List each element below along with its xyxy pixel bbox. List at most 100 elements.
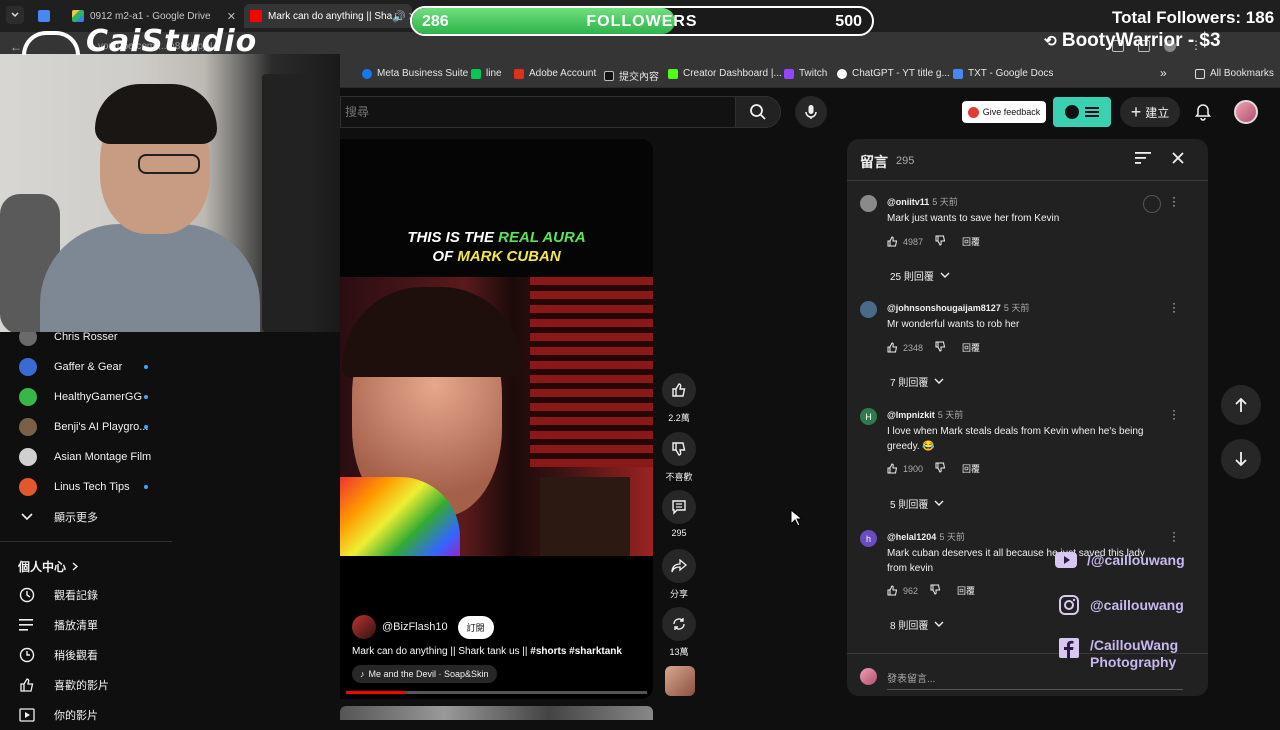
remix-button[interactable] [662, 607, 696, 641]
bookmarks-overflow-button[interactable]: » [1160, 66, 1167, 80]
account-avatar[interactable] [1234, 100, 1258, 124]
bookmark-twitch[interactable]: Twitch [784, 68, 827, 79]
commenter-avatar[interactable]: H [860, 408, 877, 425]
shorts-player[interactable]: THIS IS THE REAL AURA OF MARK CUBAN 50 @… [340, 139, 653, 699]
dislike-label: 不喜歡 [665, 472, 693, 482]
like-button[interactable] [662, 373, 696, 407]
comment-dislike-button[interactable] [935, 462, 946, 475]
comment-author[interactable]: @lmpnizkit 5 天前 [887, 408, 963, 421]
close-tab-icon[interactable]: ✕ [227, 10, 236, 23]
comment-like-button[interactable]: 962 [887, 585, 918, 596]
sidebar-item-your-videos[interactable]: 你的影片 [0, 700, 172, 730]
sidebar-subscription[interactable]: Linus Tech Tips [0, 472, 172, 502]
comment-author[interactable]: @johnsonshougaijam8127 5 天前 [887, 301, 1029, 314]
sidebar-item-liked-videos[interactable]: 喜歡的影片 [0, 670, 172, 700]
search-icon [750, 104, 766, 120]
video-frame[interactable]: THIS IS THE REAL AURA OF MARK CUBAN 50 [340, 139, 653, 556]
channel-avatar [19, 448, 37, 466]
subscribe-button[interactable]: 訂閱 [457, 615, 494, 639]
comment-like-button[interactable]: 2348 [887, 342, 923, 353]
sidebar-subscription[interactable]: HealthyGamerGG [0, 382, 172, 412]
menu-icon [1085, 107, 1099, 117]
comment-item: @johnsonshougaijam8127 5 天前 · · · Mr wonder… [847, 297, 1208, 389]
comment-reply-button[interactable]: 回覆 [957, 584, 975, 597]
sidebar-item-watch-later[interactable]: 稍後觀看 [0, 640, 172, 670]
commenter-avatar[interactable]: h [860, 530, 877, 547]
bookmark-creator-dashboard[interactable]: Creator Dashboard |... [668, 68, 782, 79]
extension-button[interactable] [1053, 97, 1111, 127]
add-comment-input[interactable]: 發表留言... [887, 670, 1183, 690]
search-input[interactable] [341, 97, 735, 127]
comment-dislike-button[interactable] [935, 235, 946, 248]
commenter-avatar[interactable] [860, 195, 877, 212]
comment-more-icon[interactable]: · · · [1171, 526, 1177, 546]
close-comments-button[interactable] [1171, 151, 1185, 170]
comments-button[interactable] [662, 490, 696, 524]
comment-reply-button[interactable]: 回覆 [962, 235, 980, 248]
next-short-preview[interactable] [340, 706, 653, 720]
comment-author[interactable]: @oniitv11 5 天前 [887, 195, 958, 208]
comment-more-icon[interactable]: · · · [1171, 191, 1177, 211]
comment-more-icon[interactable]: · · · [1171, 404, 1177, 424]
follower-goal-bar: FOLLOWERS 286 500 [410, 6, 874, 36]
comment-like-button[interactable]: 4987 [887, 236, 923, 247]
share-action[interactable]: 分享 [661, 549, 697, 600]
sidebar-subscription[interactable]: Benji's AI Playgro... [0, 412, 172, 442]
sidebar-subscription[interactable]: Gaffer & Gear [0, 352, 172, 382]
next-short-button[interactable] [1221, 439, 1261, 479]
sidebar-you-heading[interactable]: 個人中心 [18, 558, 79, 575]
comment-reply-button[interactable]: 回覆 [962, 341, 980, 354]
comment-reply-button[interactable]: 回覆 [962, 462, 980, 475]
bookmark-adobe[interactable]: Adobe Account [514, 68, 596, 79]
sound-thumbnail[interactable] [665, 666, 695, 696]
view-replies-button[interactable]: 25 則回覆 [890, 268, 950, 283]
bookmark-chatgpt[interactable]: ChatGPT - YT title g... [837, 68, 950, 79]
notifications-button[interactable] [1191, 100, 1215, 124]
comment-more-icon[interactable]: · · · [1171, 297, 1177, 317]
like-action[interactable]: 2.2萬 [661, 373, 697, 424]
video-progress-bar[interactable] [346, 691, 647, 694]
speaker-icon[interactable]: 🔊 [392, 10, 406, 23]
bookmark-txt-docs[interactable]: TXT - Google Docs [953, 68, 1053, 79]
view-replies-button[interactable]: 7 則回覆 [890, 374, 944, 389]
give-feedback-button[interactable]: Give feedback [962, 101, 1046, 123]
back-icon[interactable]: ← [10, 40, 22, 54]
dislike-action[interactable]: 不喜歡 [661, 432, 697, 483]
previous-short-button[interactable] [1221, 385, 1261, 425]
commenter-avatar[interactable] [860, 301, 877, 318]
search-box[interactable] [340, 96, 735, 128]
comments-header: 留言 295 [847, 139, 1208, 181]
channel-avatar[interactable] [352, 615, 376, 639]
voice-search-button[interactable] [795, 96, 827, 128]
chevron-down-icon [934, 621, 944, 627]
create-button[interactable]: + 建立 [1120, 97, 1180, 127]
view-replies-button[interactable]: 5 則回覆 [890, 496, 944, 511]
comment-author[interactable]: @helal1204 5 天前 [887, 530, 965, 543]
bookmark-meta[interactable]: Meta Business Suite [362, 68, 468, 79]
comment-icon [672, 500, 686, 515]
sidebar-item-playlists[interactable]: 播放清單 [0, 610, 172, 640]
video-headline-line2: OF MARK CUBAN [432, 248, 561, 265]
channel-name[interactable]: @BizFlash10 [382, 621, 448, 633]
view-replies-button[interactable]: 8 則回覆 [890, 617, 944, 632]
sort-comments-button[interactable] [1135, 151, 1151, 170]
comment-like-button[interactable]: 1900 [887, 463, 923, 474]
sidebar-divider [0, 541, 172, 542]
sidebar-show-more[interactable]: 顯示更多 [0, 502, 172, 532]
all-bookmarks[interactable]: All Bookmarks [1195, 68, 1274, 79]
share-button[interactable] [662, 549, 696, 583]
comment-dislike-button[interactable] [930, 584, 941, 597]
comment-dislike-button[interactable] [935, 341, 946, 354]
comments-action[interactable]: 295 [661, 490, 697, 538]
search-button[interactable] [735, 96, 781, 128]
bookmark-line[interactable]: line [471, 68, 502, 79]
tab-list-menu-button[interactable] [6, 6, 24, 24]
remix-action[interactable]: 13萬 [661, 607, 697, 658]
dislike-button[interactable] [662, 432, 696, 466]
sidebar-subscription[interactable]: Asian Montage Film [0, 442, 172, 472]
comment-text: Mr wonderful wants to rob her [887, 319, 1020, 330]
music-pill[interactable]: ♪ Me and the Devil · Soap&Skin [352, 665, 497, 683]
sidebar-item-history[interactable]: 觀看記錄 [0, 580, 172, 610]
bookmark-submit[interactable]: 提交內容 [604, 68, 659, 83]
browser-tab-youtube[interactable]: Mark can do anything || Sha 🔊 ✕ [244, 4, 412, 28]
